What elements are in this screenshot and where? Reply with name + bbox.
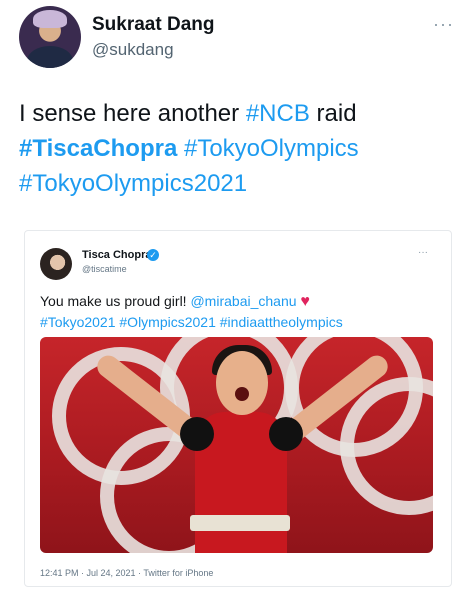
quoted-more-options-icon[interactable]: ···	[418, 247, 428, 258]
author-handle[interactable]: @sukdang	[92, 40, 174, 60]
tweet-text-plain: I sense here another	[19, 100, 246, 127]
quoted-author-avatar[interactable]	[40, 248, 72, 280]
hashtag-tiscachopra[interactable]: #TiscaChopra	[19, 135, 177, 162]
tweet-text-end: raid	[309, 100, 357, 127]
weightlifter-photo[interactable]	[40, 337, 433, 553]
heart-icon: ♥	[300, 293, 310, 310]
athlete-right-shoulder	[269, 417, 303, 451]
mention-mirabai-chanu[interactable]: @mirabai_chanu	[190, 293, 296, 309]
quoted-text-plain: You make us proud girl!	[40, 293, 191, 309]
hashtag-tokyoolympics2021[interactable]: #TokyoOlympics2021	[19, 170, 247, 197]
quoted-tweet-timestamp[interactable]: 12:41 PM · Jul 24, 2021 · Twitter for iP…	[40, 568, 213, 578]
more-options-icon[interactable]: ···	[433, 14, 454, 35]
quoted-author-name[interactable]: Tisca Chopra	[82, 249, 152, 261]
hashtag-tokyoolympics[interactable]: #TokyoOlympics	[177, 135, 359, 162]
quoted-hashtags[interactable]: #Tokyo2021 #Olympics2021 #indiaattheolym…	[40, 312, 440, 333]
verified-badge-icon: ✓	[147, 249, 159, 261]
quoted-author-handle[interactable]: @tiscatime	[82, 264, 127, 274]
avatar-turban	[33, 10, 67, 28]
athlete-left-shoulder	[180, 417, 214, 451]
hashtag-ncb[interactable]: #NCB	[246, 100, 310, 127]
author-avatar[interactable]	[19, 6, 81, 68]
athlete-belt	[190, 515, 290, 531]
quoted-tweet-text: You make us proud girl! @mirabai_chanu ♥…	[40, 291, 440, 333]
tweet-text: I sense here another #NCB raid #TiscaCho…	[19, 96, 459, 201]
author-name[interactable]: Sukraat Dang	[92, 14, 214, 36]
athlete-mouth	[235, 387, 249, 401]
avatar-body	[27, 46, 73, 68]
athlete-head	[216, 351, 268, 415]
quoted-tweet-card[interactable]: Tisca Chopra ✓ @tiscatime ··· You make u…	[24, 230, 452, 587]
